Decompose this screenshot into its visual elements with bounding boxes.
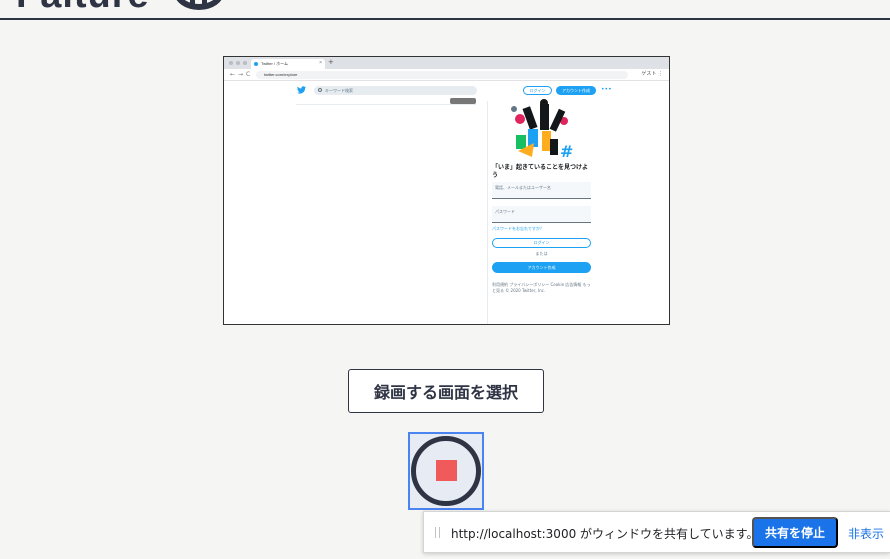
- stop-icon: [436, 460, 457, 481]
- twitter-search: キーワード検索: [314, 86, 477, 95]
- twitter-top-login: ログイン: [523, 86, 552, 95]
- new-tab-icon: +: [328, 58, 334, 66]
- navigation-icons: ←→C: [230, 71, 254, 78]
- drag-handle-icon[interactable]: [435, 527, 440, 538]
- profile-menu: ゲスト ⋮: [641, 71, 663, 77]
- address-bar: twitter.com/explore: [256, 71, 628, 79]
- twitter-illustration: #: [511, 99, 573, 159]
- close-icon: ×: [319, 60, 322, 66]
- logo-text: Falture: [16, 0, 150, 17]
- twitter-search-placeholder: キーワード検索: [325, 88, 353, 93]
- more-icon: •••: [601, 86, 612, 93]
- twitter-login-button: ログイン: [492, 238, 591, 248]
- browser-toolbar: ←→C twitter.com/explore ゲスト ⋮: [224, 69, 669, 81]
- twitter-password-field: パスワード: [492, 206, 591, 223]
- screen-preview: Twitter / ホーム × + ←→C twitter.com/explor…: [223, 56, 670, 325]
- share-message: http://localhost:3000 がウィンドウを共有しています。: [451, 527, 759, 541]
- browser-tab: Twitter / ホーム ×: [251, 59, 325, 69]
- browser-tabstrip: Twitter / ホーム × +: [224, 57, 669, 69]
- hide-button[interactable]: 非表示: [848, 525, 884, 542]
- app-header: Falture: [0, 0, 890, 20]
- twitter-footer: 利用規約 プライバシーポリシー Cookie 広告情報 もっと見る © 2020…: [492, 282, 591, 293]
- search-icon: [318, 88, 322, 92]
- logo-icon: [174, 0, 224, 10]
- window-controls: [229, 61, 247, 65]
- address-url: twitter.com/explore: [264, 72, 298, 77]
- feed-divider: [296, 104, 476, 105]
- select-screen-button[interactable]: 録画する画面を選択: [348, 369, 544, 413]
- stop-sharing-button[interactable]: 共有を停止: [752, 517, 838, 548]
- twitter-headline: 「いま」起きていることを見つけよう: [492, 164, 589, 179]
- twitter-logo-icon: [297, 86, 306, 97]
- browser-tab-title: Twitter / ホーム: [261, 61, 288, 66]
- twitter-username-field: 電話、メールまたはユーザー名: [492, 182, 591, 199]
- twitter-or-label: または: [535, 251, 548, 256]
- twitter-favicon-icon: [254, 62, 258, 66]
- svg-text:#: #: [560, 142, 573, 159]
- twitter-top-signup: アカウント作成: [556, 86, 596, 95]
- twitter-forgot-link: パスワードをお忘れですか？: [492, 226, 544, 231]
- screen-share-bar: http://localhost:3000 がウィンドウを共有しています。 共有…: [423, 511, 890, 553]
- twitter-signup-button: アカウント作成: [492, 262, 591, 273]
- column-divider: [487, 101, 488, 324]
